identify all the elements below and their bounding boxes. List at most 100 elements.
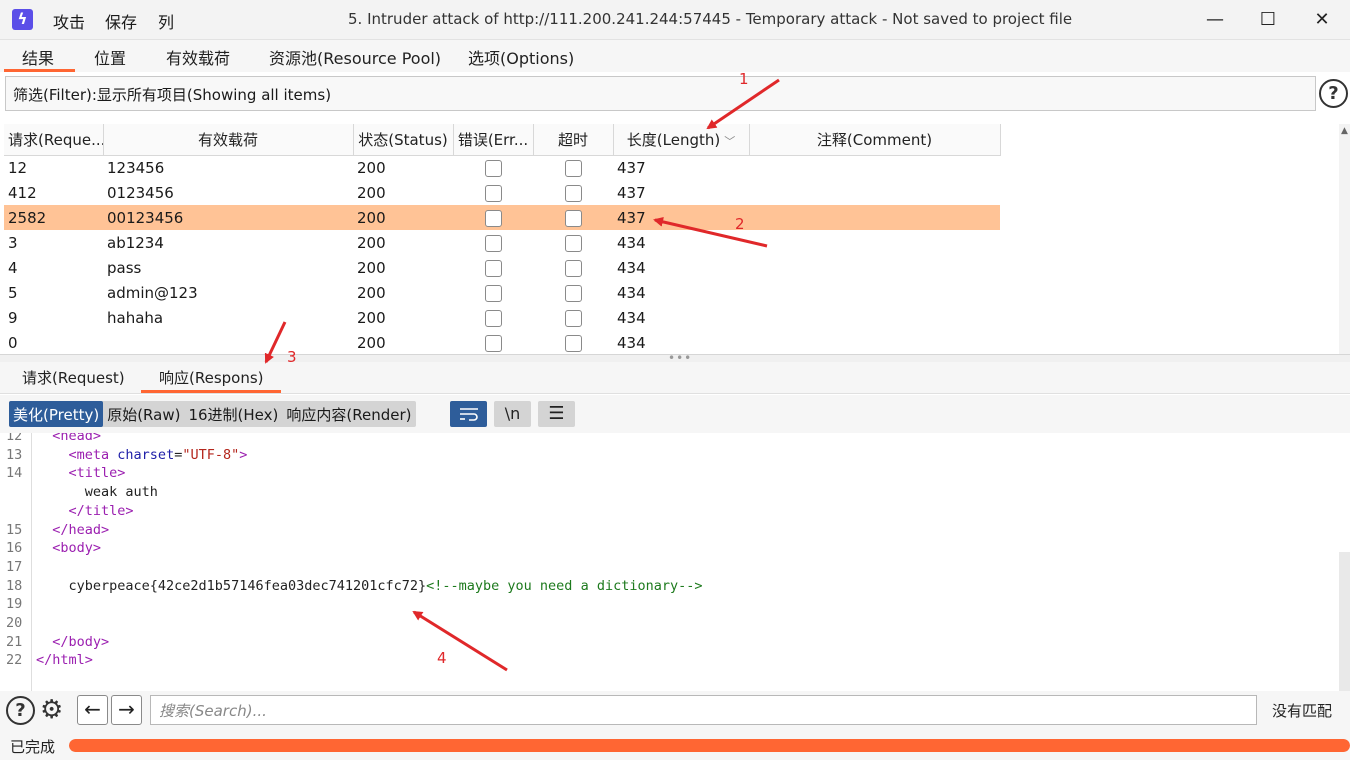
table-row[interactable]: 3 ab1234 200 434 bbox=[4, 230, 1000, 255]
timeout-checkbox[interactable] bbox=[564, 284, 582, 302]
cell-status: 200 bbox=[357, 308, 386, 327]
tab-payloads[interactable]: 有效载荷 bbox=[166, 45, 230, 69]
minimize-icon[interactable]: — bbox=[1200, 6, 1230, 34]
cell-status: 200 bbox=[357, 333, 386, 352]
annotation-label-3: 3 bbox=[287, 348, 297, 366]
menu-save[interactable]: 保存 bbox=[105, 9, 137, 33]
active-message-tab-indicator bbox=[141, 390, 281, 393]
filter-bar[interactable]: 筛选(Filter):显示所有项目(Showing all items) bbox=[5, 76, 1316, 111]
cell-error bbox=[453, 330, 533, 354]
code-text: </head> bbox=[36, 521, 109, 540]
cell-timeout bbox=[533, 255, 613, 280]
code-token: cyberpeace{42ce2d1b57146fea03dec741201cf… bbox=[36, 577, 427, 594]
code-text: <head> bbox=[36, 433, 101, 446]
view-hex-button[interactable]: 16进制(Hex) bbox=[184, 401, 282, 427]
error-checkbox[interactable] bbox=[484, 209, 502, 227]
column-header-error[interactable]: 错误(Err... bbox=[453, 124, 534, 156]
table-row[interactable]: 4 pass 200 434 bbox=[4, 255, 1000, 280]
tab-results[interactable]: 结果 bbox=[22, 45, 54, 69]
hamburger-menu-icon[interactable]: ☰ bbox=[538, 401, 575, 427]
cell-timeout bbox=[533, 180, 613, 205]
view-pretty-button[interactable]: 美化(Pretty) bbox=[9, 401, 104, 427]
scroll-up-icon[interactable]: ▲ bbox=[1339, 126, 1350, 136]
search-help-icon[interactable]: ? bbox=[6, 696, 35, 725]
line-number: 22 bbox=[6, 652, 23, 669]
search-bar: ? ⚙ ← → 搜索(Search)... 没有匹配 bbox=[0, 691, 1350, 729]
tab-request[interactable]: 请求(Request) bbox=[22, 367, 125, 388]
timeout-checkbox[interactable] bbox=[564, 209, 582, 227]
cell-comment bbox=[749, 155, 1000, 180]
error-checkbox[interactable] bbox=[484, 234, 502, 252]
error-checkbox[interactable] bbox=[484, 309, 502, 327]
table-row[interactable]: 5 admin@123 200 434 bbox=[4, 280, 1000, 305]
cell-request: 2582 bbox=[4, 205, 103, 230]
code-text: <body> bbox=[36, 539, 101, 558]
timeout-checkbox[interactable] bbox=[564, 159, 582, 177]
table-row[interactable]: 412 0123456 200 437 bbox=[4, 180, 1000, 205]
column-header-length[interactable]: 长度(Length) ﹀ bbox=[613, 124, 750, 156]
table-row[interactable]: 2582 00123456 200 437 bbox=[4, 205, 1000, 230]
table-row[interactable]: 9 hahaha 200 434 bbox=[4, 305, 1000, 330]
timeout-checkbox[interactable] bbox=[564, 334, 582, 352]
cell-error bbox=[453, 305, 533, 330]
progress-bar bbox=[69, 739, 1350, 752]
previous-match-button[interactable]: ← bbox=[77, 695, 108, 725]
timeout-checkbox[interactable] bbox=[564, 259, 582, 277]
tab-resource-pool[interactable]: 资源池(Resource Pool) bbox=[269, 45, 441, 69]
error-checkbox[interactable] bbox=[484, 334, 502, 352]
cell-length: 434 bbox=[617, 283, 646, 302]
menu-attack[interactable]: 攻击 bbox=[53, 9, 85, 33]
table-row[interactable]: 0 200 434 bbox=[4, 330, 1000, 354]
pane-splitter[interactable]: ••• bbox=[0, 351, 1350, 365]
search-input[interactable]: 搜索(Search)... bbox=[150, 695, 1257, 725]
view-toolbar: 美化(Pretty) 原始(Raw) 16进制(Hex) 响应内容(Render… bbox=[0, 395, 1350, 433]
line-number: 18 bbox=[6, 577, 23, 594]
column-header-comment[interactable]: 注释(Comment) bbox=[749, 124, 1001, 156]
results-scrollbar[interactable]: ▲ bbox=[1339, 124, 1350, 354]
cell-payload: ab1234 bbox=[107, 233, 164, 252]
timeout-checkbox[interactable] bbox=[564, 234, 582, 252]
column-header-status[interactable]: 状态(Status) bbox=[353, 124, 454, 156]
column-header-payload[interactable]: 有效载荷 bbox=[103, 124, 354, 156]
error-checkbox[interactable] bbox=[484, 284, 502, 302]
column-header-length-label: 长度(Length) bbox=[626, 130, 721, 149]
timeout-checkbox[interactable] bbox=[564, 184, 582, 202]
view-render-button[interactable]: 响应内容(Render) bbox=[282, 401, 415, 427]
view-raw-button[interactable]: 原始(Raw) bbox=[103, 401, 184, 427]
filter-help-icon[interactable]: ? bbox=[1319, 79, 1348, 108]
wrap-lines-button[interactable] bbox=[450, 401, 487, 427]
tab-positions[interactable]: 位置 bbox=[94, 45, 126, 69]
menu-columns[interactable]: 列 bbox=[158, 9, 174, 33]
results-table: 请求(Reque... 有效载荷 状态(Status) 错误(Err... 超时… bbox=[4, 124, 1001, 354]
cell-comment bbox=[749, 255, 1000, 280]
editor-scrollbar[interactable] bbox=[1339, 552, 1350, 692]
tab-response[interactable]: 响应(Respons) bbox=[159, 367, 264, 388]
timeout-checkbox[interactable] bbox=[564, 309, 582, 327]
cell-error bbox=[453, 155, 533, 180]
error-checkbox[interactable] bbox=[484, 259, 502, 277]
cell-comment bbox=[749, 230, 1000, 255]
arrow-left-icon: ← bbox=[84, 697, 101, 721]
table-row[interactable]: 12 123456 200 437 bbox=[4, 155, 1000, 180]
error-checkbox[interactable] bbox=[484, 159, 502, 177]
cell-payload: pass bbox=[107, 258, 142, 277]
close-icon[interactable]: ✕ bbox=[1307, 6, 1337, 34]
next-match-button[interactable]: → bbox=[111, 695, 142, 725]
cell-error bbox=[453, 180, 533, 205]
column-header-request[interactable]: 请求(Reque... bbox=[4, 124, 104, 156]
cell-length: 437 bbox=[613, 205, 749, 230]
cell-comment bbox=[749, 305, 1000, 330]
column-header-timeout[interactable]: 超时 bbox=[533, 124, 614, 156]
line-number: 21 bbox=[6, 633, 23, 650]
show-newlines-button[interactable]: \n bbox=[494, 401, 531, 427]
error-checkbox[interactable] bbox=[484, 184, 502, 202]
line-number: 16 bbox=[6, 540, 23, 557]
code-text: </title> bbox=[36, 502, 134, 521]
cell-timeout bbox=[533, 205, 613, 230]
gear-icon[interactable]: ⚙ bbox=[40, 695, 63, 725]
cell-length: 437 bbox=[617, 158, 646, 177]
response-editor[interactable]: 12 <head> 13 <meta charset="UTF-8"> 14 <ti… bbox=[0, 433, 1338, 691]
maximize-icon[interactable]: ☐ bbox=[1253, 6, 1283, 34]
tab-options[interactable]: 选项(Options) bbox=[468, 45, 574, 69]
